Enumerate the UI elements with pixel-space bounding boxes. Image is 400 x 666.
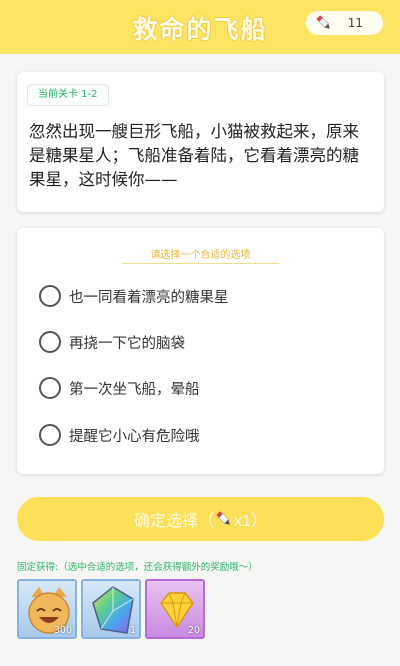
confirm-button[interactable]: 确定选择（ x1） [17,497,384,541]
story-text: 忽然出现一艘巨形飞船，小猫被救起来，原来是糖果星人；飞船准备着陆，它看着漂亮的糖… [29,122,359,189]
radio-button[interactable] [39,285,61,307]
option-3[interactable]: 第一次坐飞船，晕船 [39,376,369,400]
option-4[interactable]: 提醒它小心有危险哦 [39,423,369,447]
reward-item[interactable]: 1 [81,579,141,639]
hint-underline [122,263,279,264]
reward-note: 固定获得:（选中合适的选项，还会获得额外的奖励哦～） [17,562,258,573]
pen-counter: 11 [306,11,383,35]
level-tag: 当前关卡 1-2 [27,84,109,106]
pen-icon [216,511,230,525]
radio-button[interactable] [39,377,61,399]
reward-item[interactable]: 20 [145,579,205,639]
pen-icon [316,15,330,29]
option-label: 提醒它小心有危险哦 [69,428,200,445]
story-card: 当前关卡 1-2 忽然出现一艘巨形飞船，小猫被救起来，原来是糖果星人；飞船准备着… [17,72,384,212]
option-2[interactable]: 再挠一下它的脑袋 [39,330,369,354]
reward-count: 20 [187,625,200,636]
choices-card: 请选择一个合适的选项 也一同看着漂亮的糖果星 再挠一下它的脑袋 第一次坐飞船，晕… [17,228,384,474]
radio-button[interactable] [39,331,61,353]
confirm-cost: x1） [234,513,267,530]
radio-button[interactable] [39,424,61,446]
pen-count: 11 [347,16,363,30]
choose-hint: 请选择一个合适的选项 [150,250,251,261]
reward-list: 300 1 20 [17,579,209,639]
option-label: 再挠一下它的脑袋 [69,335,185,352]
reward-item[interactable]: 300 [17,579,77,639]
option-label: 也一同看着漂亮的糖果星 [69,289,229,306]
reward-count: 300 [53,625,72,636]
option-1[interactable]: 也一同看着漂亮的糖果星 [39,284,369,308]
reward-count: 1 [129,625,136,636]
confirm-label: 确定选择（ [134,513,215,530]
top-bar: 救命的飞船 11 [0,0,400,54]
option-label: 第一次坐飞船，晕船 [69,381,200,398]
